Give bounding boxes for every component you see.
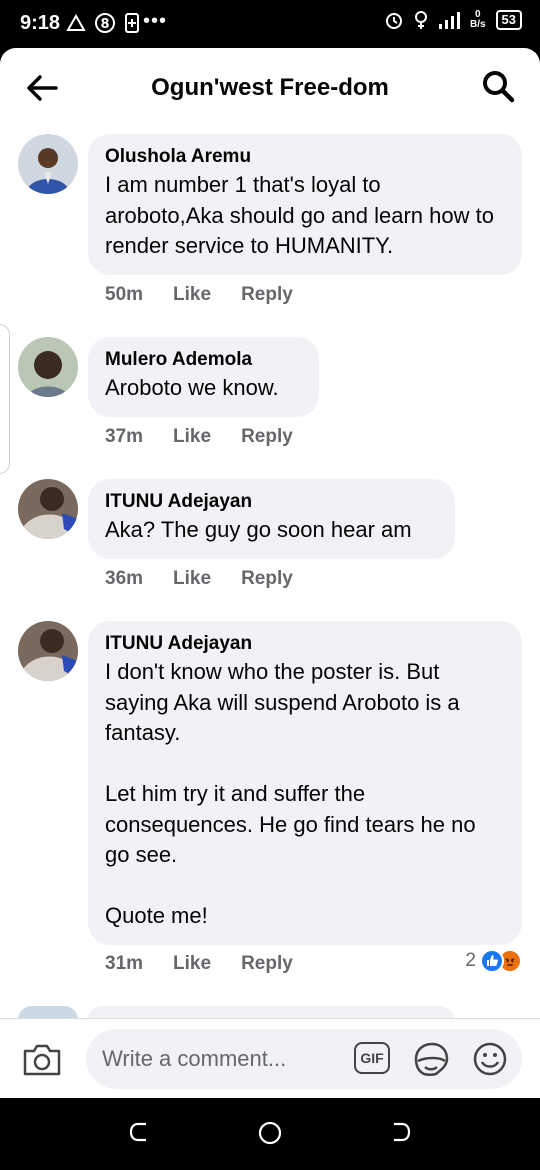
network-speed: 0 B/s bbox=[469, 9, 486, 30]
reply-button[interactable]: Reply bbox=[241, 953, 293, 975]
notification-icons: 8 bbox=[66, 12, 140, 34]
avatar[interactable] bbox=[18, 337, 78, 397]
comment-input[interactable]: Write a comment... GIF bbox=[86, 1029, 522, 1089]
reaction-count: 2 bbox=[465, 950, 476, 971]
comment-text: Aroboto we know. bbox=[105, 375, 279, 400]
reply-button[interactable]: Reply bbox=[241, 568, 293, 590]
status-time: 9:18 bbox=[20, 12, 61, 34]
commenter-name[interactable]: Olushola Aremu bbox=[105, 146, 505, 168]
reply-button[interactable]: Reply bbox=[241, 284, 293, 306]
comment-composer: Write a comment... GIF bbox=[0, 1018, 540, 1098]
reaction-summary[interactable]: 2 bbox=[465, 949, 522, 973]
comment-actions: 50m Like Reply bbox=[105, 284, 293, 306]
comment-time: 50m bbox=[105, 284, 144, 305]
avatar-image bbox=[18, 479, 78, 539]
avatar-image bbox=[18, 621, 78, 681]
header: Ogun'west Free-dom bbox=[0, 48, 540, 128]
comment-time: 36m bbox=[105, 568, 144, 589]
location-icon bbox=[414, 11, 427, 29]
signal-icon bbox=[438, 12, 460, 29]
more-notifications-icon: ••• bbox=[143, 10, 168, 32]
svg-text:8: 8 bbox=[100, 17, 109, 32]
camera-icon[interactable] bbox=[22, 1041, 62, 1077]
avatar[interactable] bbox=[18, 479, 78, 539]
like-button[interactable]: Like bbox=[173, 426, 211, 448]
like-button[interactable]: Like bbox=[173, 284, 211, 306]
commenter-name[interactable]: ITUNU Adejayan bbox=[105, 633, 505, 655]
comment-time: 37m bbox=[105, 426, 144, 447]
home-icon[interactable] bbox=[257, 1120, 283, 1146]
comment-actions: 36m Like Reply bbox=[105, 568, 293, 590]
search-icon[interactable] bbox=[480, 68, 516, 104]
comments-screen: Ogun'west Free-dom Olushola Aremu I am n… bbox=[0, 48, 540, 1098]
comment-bubble[interactable]: ITUNU Adejayan Aka? The guy go soon hear… bbox=[88, 479, 455, 559]
like-button[interactable]: Like bbox=[173, 953, 211, 975]
sticker-icon[interactable] bbox=[412, 1041, 450, 1077]
emoji-icon[interactable] bbox=[472, 1041, 508, 1077]
avatar[interactable] bbox=[18, 621, 78, 681]
comment-bubble[interactable]: ITUNU Adejayan I don't know who the post… bbox=[88, 621, 522, 945]
gif-button[interactable]: GIF bbox=[354, 1042, 390, 1074]
comment-actions: 31m Like Reply bbox=[105, 953, 293, 975]
like-reaction-icon bbox=[480, 949, 504, 973]
back-nav-icon[interactable] bbox=[388, 1120, 412, 1144]
page-title: Ogun'west Free-dom bbox=[151, 74, 389, 101]
commenter-name[interactable]: Mulero Ademola bbox=[105, 349, 302, 371]
recent-apps-icon[interactable] bbox=[128, 1120, 152, 1144]
app-notification-icon: 8 bbox=[95, 13, 115, 33]
comment-time: 31m bbox=[105, 953, 144, 974]
reply-button[interactable]: Reply bbox=[241, 426, 293, 448]
avatar[interactable] bbox=[18, 134, 78, 194]
comment-actions: 37m Like Reply bbox=[105, 426, 293, 448]
comment-bubble[interactable]: Mulero Ademola Aroboto we know. bbox=[88, 337, 319, 417]
status-bar: 9:18 8 ••• 0 B/s 53 bbox=[0, 0, 540, 48]
comment-bubble[interactable]: Olushola Aremu I am number 1 that's loya… bbox=[88, 134, 522, 275]
system-icons: 0 B/s 53 bbox=[384, 10, 522, 30]
commenter-name[interactable]: ITUNU Adejayan bbox=[105, 491, 438, 513]
comment-text: I am number 1 that's loyal to aroboto,Ak… bbox=[105, 172, 494, 258]
battery-indicator: 53 bbox=[495, 10, 522, 30]
plus-box-icon bbox=[125, 13, 139, 33]
avatar-image bbox=[18, 134, 78, 194]
comment-text: I don't know who the poster is. But sayi… bbox=[105, 659, 476, 928]
system-nav-bar bbox=[0, 1098, 540, 1170]
side-tab[interactable] bbox=[0, 324, 10, 474]
alarm-icon bbox=[385, 13, 402, 29]
avatar-image bbox=[18, 337, 78, 397]
like-button[interactable]: Like bbox=[173, 568, 211, 590]
comment-text: Aka? The guy go soon hear am bbox=[105, 517, 412, 542]
warning-icon bbox=[66, 14, 86, 31]
comment-placeholder: Write a comment... bbox=[102, 1046, 287, 1071]
